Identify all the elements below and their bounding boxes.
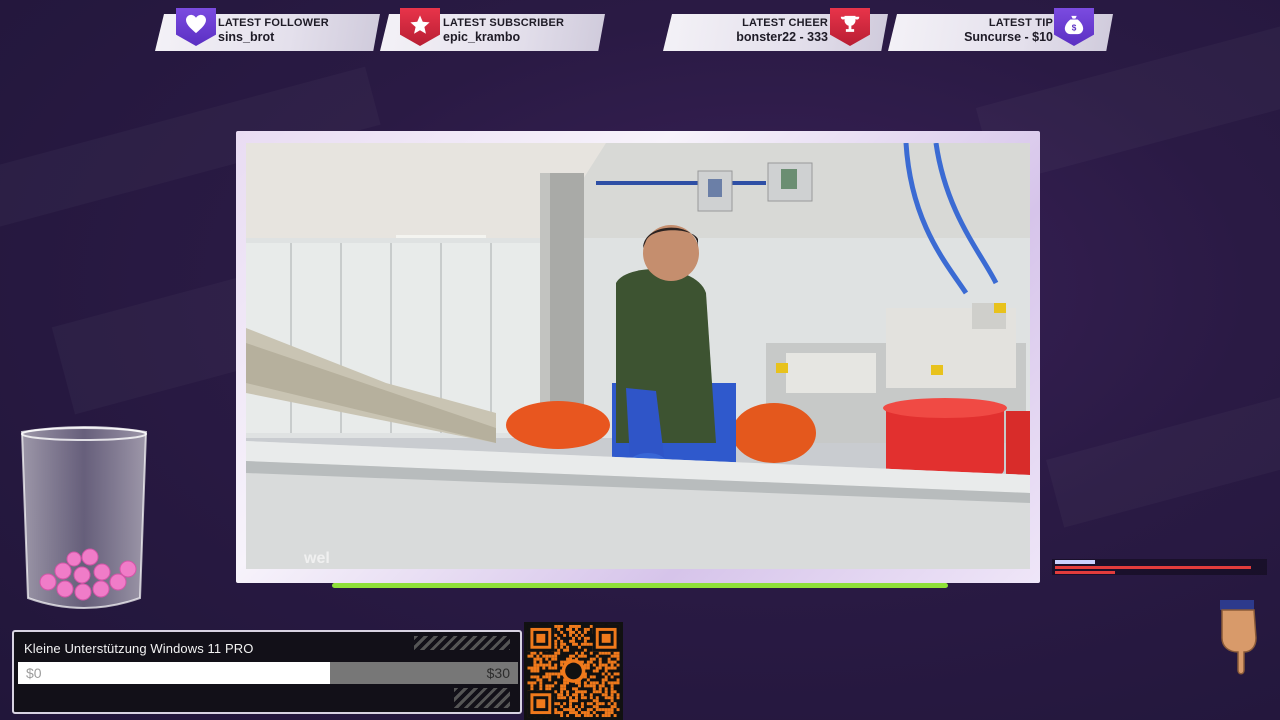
- factory-scene-image: wel: [246, 143, 1030, 569]
- qr-code[interactable]: [524, 622, 623, 720]
- donation-goal-widget: Kleine Unterstützung Windows 11 PRO $0 $…: [12, 630, 522, 714]
- latest-tip-label: LATEST TIP: [988, 17, 1053, 29]
- latest-tip-value: Suncurse - $10: [964, 30, 1053, 44]
- chat-overlay: [1052, 559, 1267, 589]
- pointing-hand-icon: [1214, 598, 1262, 676]
- video-frame: wel: [236, 131, 1040, 583]
- chat-message-text: [1055, 571, 1115, 574]
- chat-username: [1055, 560, 1095, 564]
- donation-goal-title: Kleine Unterstützung Windows 11 PRO: [24, 641, 254, 656]
- goal-decoration: [454, 688, 510, 708]
- latest-cheer-value: bonster22 - 333: [736, 30, 828, 44]
- latest-follower-label: LATEST FOLLOWER: [218, 17, 329, 29]
- latest-cheer-label: LATEST CHEER: [742, 17, 828, 29]
- donation-goal-bar: $0 $30: [18, 662, 518, 684]
- goal-decoration: [414, 636, 510, 650]
- donation-goal-max: $30: [486, 665, 510, 681]
- video-player[interactable]: wel: [246, 143, 1030, 569]
- latest-follower-value: sins_brot: [218, 30, 275, 44]
- video-watermark: wel: [303, 550, 330, 567]
- chat-message-text: [1055, 566, 1251, 569]
- latest-subscriber-value: epic_krambo: [443, 30, 521, 44]
- donation-goal-min: $0: [26, 665, 42, 681]
- latest-subscriber-label: LATEST SUBSCRIBER: [443, 17, 565, 29]
- video-progress-line: [332, 583, 948, 588]
- tip-jar: [18, 426, 150, 614]
- svg-text:$: $: [1072, 24, 1077, 33]
- chat-message: [1052, 559, 1267, 575]
